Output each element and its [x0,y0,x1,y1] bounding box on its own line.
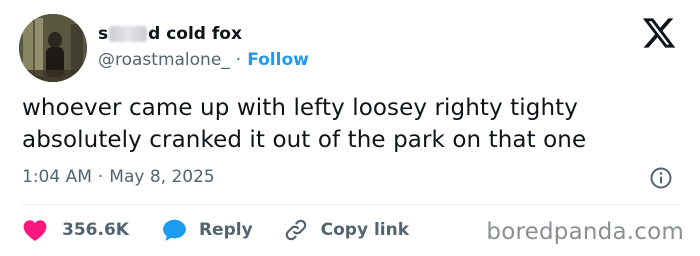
tweet-date: May 8, 2025 [109,167,215,187]
author-handle[interactable]: @roastmalone_ [98,50,230,70]
author-name-start: s [98,24,109,44]
copy-link-button[interactable]: Copy link [283,217,409,243]
tweet-timestamp[interactable]: 1:04 AM · May 8, 2025 [22,166,215,188]
tweet-time: 1:04 AM [22,167,92,187]
like-count: 356.6K [62,220,129,240]
divider [20,204,680,205]
follow-button[interactable]: Follow [247,50,309,70]
tweet-text-line: absolutely cranked it out of the park on… [22,127,587,153]
reply-label: Reply [198,220,253,240]
author-avatar[interactable] [19,14,87,82]
reply-button[interactable]: Reply [161,218,253,242]
info-icon[interactable] [649,166,673,190]
redacted-name-blur [109,26,148,42]
author-name-end: d cold fox [148,24,242,44]
like-button[interactable]: 356.6K [22,218,129,242]
tweet-text: whoever came up with lefty loosey righty… [22,92,682,156]
copy-link-label: Copy link [320,220,410,240]
tweet-actions: 356.6K Reply Copy link [22,216,409,244]
speech-bubble-icon [163,219,186,241]
handle-separator: · [235,50,242,70]
heart-icon [23,220,47,242]
tweet-text-line: whoever came up with lefty loosey righty… [22,95,578,121]
author-handle-row: @roastmalone_ · Follow [98,49,309,71]
source-watermark: boredpanda.com [486,219,684,245]
link-icon [285,219,306,241]
avatar-photo [19,14,87,82]
timestamp-separator: · [97,167,104,187]
author-name[interactable]: s d cold fox [98,22,242,46]
x-logo-icon[interactable] [641,15,677,51]
